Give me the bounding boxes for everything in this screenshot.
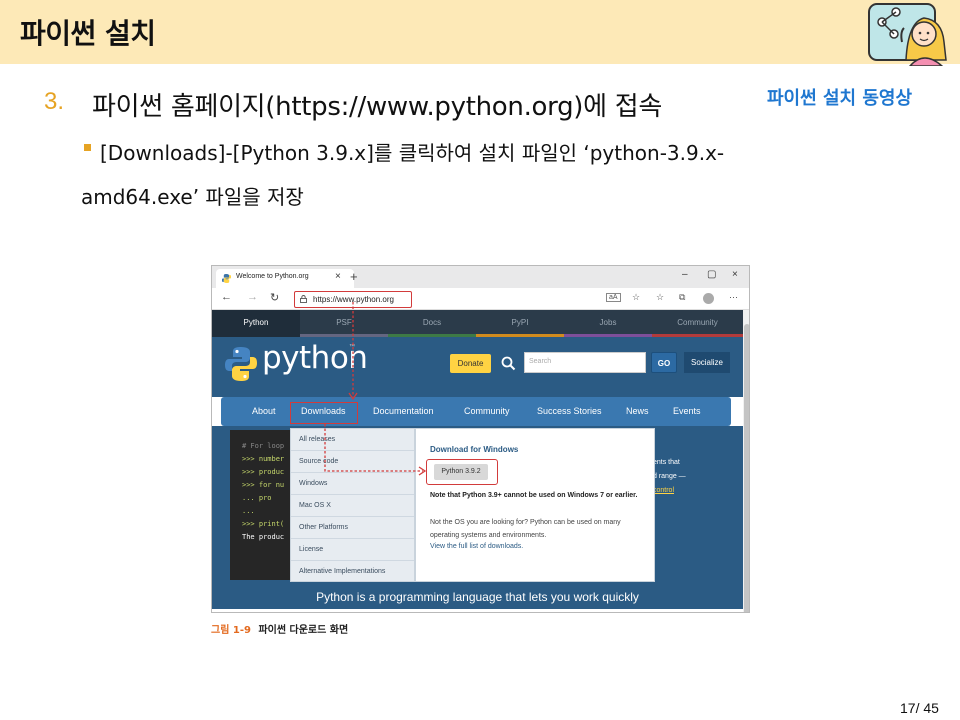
code-line: ... pro: [242, 494, 272, 502]
download-panel: Download for Windows Python 3.9.2 Note t…: [415, 428, 655, 582]
intro-text: d range —: [653, 473, 686, 480]
collections-icon[interactable]: ⧉: [679, 292, 685, 303]
window-close-icon[interactable]: ×: [732, 269, 738, 280]
figure-caption: 그림 1-9 파이썬 다운로드 화면: [211, 621, 348, 636]
dd-all-releases[interactable]: All releases: [291, 429, 414, 451]
search-icon[interactable]: [498, 355, 520, 373]
url-text: https://www.python.org: [313, 295, 394, 304]
mascot-icon: [868, 3, 947, 66]
code-line: ...: [242, 507, 255, 515]
favorites-list-icon[interactable]: ☆: [656, 292, 664, 303]
meta-nav-community[interactable]: Community: [652, 310, 743, 337]
scrollbar[interactable]: [743, 310, 749, 612]
tagline: Python is a programming language that le…: [316, 590, 639, 604]
downloads-dropdown: All releases Source code Windows Mac OS …: [290, 428, 415, 582]
step-heading: 파이썬 홈페이지(https://www.python.org)에 접속: [92, 92, 662, 122]
search-input[interactable]: Search: [524, 352, 646, 373]
caption-label: 그림 1-9: [211, 625, 251, 636]
code-line: >>> produc: [242, 468, 285, 476]
dd-license[interactable]: License: [291, 539, 414, 561]
version-highlight-box: Python 3.9.2: [426, 459, 498, 485]
socialize-button[interactable]: Socialize: [684, 352, 730, 373]
dd-windows[interactable]: Windows: [291, 473, 414, 495]
meta-nav-pypi[interactable]: PyPI: [476, 310, 564, 337]
site-header: python ™ Donate Search GO Socialize: [212, 337, 743, 397]
nav-news[interactable]: News: [626, 397, 649, 426]
download-note: Note that Python 3.9+ cannot be used on …: [430, 492, 638, 499]
refresh-icon[interactable]: ↻: [270, 291, 279, 304]
python-favicon-icon: [222, 274, 231, 283]
meta-navigation: Python PSF Docs PyPI Jobs Community: [212, 310, 743, 337]
new-tab-icon[interactable]: +: [350, 269, 358, 284]
description-line-1: [Downloads]-[Python 3.9.x]를 클릭하여 설치 파일인 …: [100, 141, 725, 165]
trademark-symbol: ™: [349, 344, 355, 350]
full-downloads-link[interactable]: View the full list of downloads.: [430, 543, 523, 550]
back-arrow-icon[interactable]: ←: [221, 291, 232, 303]
intro-text: ents that: [653, 459, 680, 466]
dd-alternative-implementations[interactable]: Alternative Implementations: [291, 561, 414, 583]
maximize-icon[interactable]: ▢: [707, 269, 716, 280]
meta-nav-python[interactable]: Python: [212, 310, 300, 337]
nav-about[interactable]: About: [252, 397, 276, 426]
minimize-icon[interactable]: –: [682, 269, 688, 280]
downloads-highlight-box: [290, 402, 358, 424]
nav-community[interactable]: Community: [464, 397, 510, 426]
meta-nav-docs[interactable]: Docs: [388, 310, 476, 337]
scrollbar-thumb[interactable]: [744, 324, 749, 612]
code-line: The produc: [242, 533, 285, 541]
favorite-star-icon[interactable]: ☆: [632, 292, 640, 303]
nav-documentation[interactable]: Documentation: [373, 397, 434, 426]
video-link[interactable]: 파이썬 설치 동영상: [767, 84, 912, 110]
tab-close-icon[interactable]: ×: [335, 271, 341, 282]
profile-avatar-icon[interactable]: [703, 293, 714, 304]
nav-events[interactable]: Events: [673, 397, 701, 426]
code-line: >>> number: [242, 455, 285, 463]
description-line-2: amd64.exe’ 파일을 저장: [81, 185, 304, 209]
download-version-button[interactable]: Python 3.9.2: [434, 464, 488, 480]
control-flow-link[interactable]: control: [653, 487, 674, 494]
caption-text: 파이썬 다운로드 화면: [258, 625, 349, 636]
read-aloud-icon[interactable]: aA: [606, 293, 621, 302]
tab-title: Welcome to Python.org: [236, 273, 309, 280]
more-menu-icon[interactable]: ⋯: [729, 292, 738, 303]
dd-other-platforms[interactable]: Other Platforms: [291, 517, 414, 539]
dd-source-code[interactable]: Source code: [291, 451, 414, 473]
nav-success-stories[interactable]: Success Stories: [537, 397, 602, 426]
bullet-marker: [84, 144, 91, 151]
tab-strip: Welcome to Python.org × + – ▢ ×: [212, 266, 749, 288]
code-line: >>> for nu: [242, 481, 285, 489]
download-title: Download for Windows: [430, 445, 519, 454]
slide-title: 파이썬 설치: [20, 17, 156, 50]
browser-tab[interactable]: Welcome to Python.org ×: [216, 269, 354, 288]
search-placeholder: Search: [529, 358, 552, 365]
meta-nav-psf[interactable]: PSF: [300, 310, 388, 337]
address-bar: ← → ↻ https://www.python.org aA ☆ ☆ ⧉ ⋯: [212, 288, 749, 310]
code-line: >>> print(: [242, 520, 285, 528]
meta-nav-jobs[interactable]: Jobs: [564, 310, 652, 337]
download-subtext: Not the OS you are looking for? Python c…: [430, 519, 621, 539]
dd-mac-os-x[interactable]: Mac OS X: [291, 495, 414, 517]
step-number: 3.: [44, 88, 65, 115]
page-number: 17/ 45: [900, 700, 939, 716]
forward-arrow-icon[interactable]: →: [247, 291, 258, 303]
code-line: # For loop: [242, 442, 285, 450]
go-button[interactable]: GO: [651, 352, 677, 373]
lock-icon: [300, 295, 307, 303]
url-field[interactable]: https://www.python.org: [294, 291, 412, 308]
python-logo-icon: [225, 347, 257, 381]
browser-screenshot: Welcome to Python.org × + – ▢ × ← → ↻ ht…: [211, 265, 750, 613]
donate-button[interactable]: Donate: [450, 354, 491, 373]
